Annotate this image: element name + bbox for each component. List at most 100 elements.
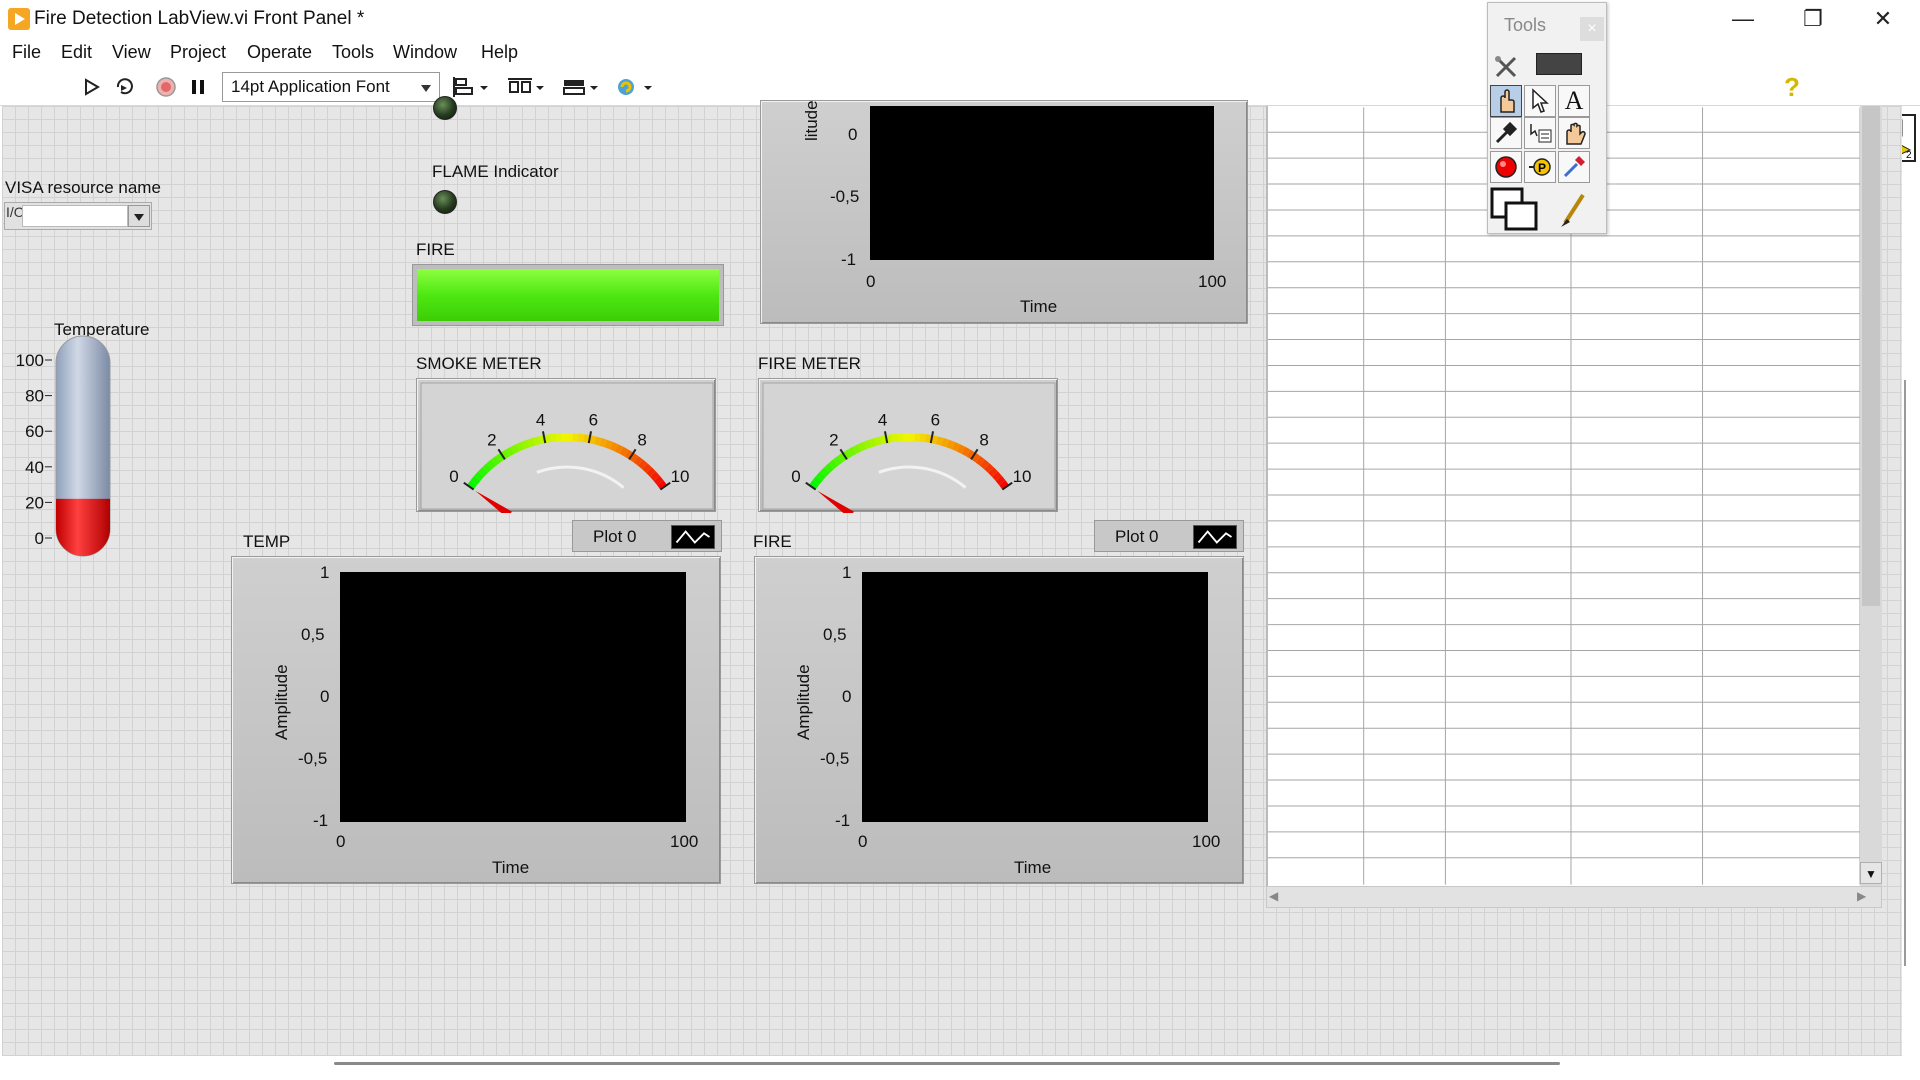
font-dropdown[interactable]: 14pt Application Font <box>222 72 440 102</box>
panel-vertical-scrollbar[interactable] <box>1904 380 1906 966</box>
run-arrow-icon[interactable] <box>80 76 106 98</box>
thermometer-tick-label: 0 <box>35 529 44 548</box>
tools-palette-close-button[interactable]: × <box>1580 17 1604 41</box>
gauge-arc-segment <box>956 444 966 454</box>
svg-text:P: P <box>1538 161 1546 175</box>
fire-chart-xlabel: Time <box>1014 858 1052 877</box>
fire-boolean-indicator[interactable] <box>412 264 724 326</box>
gauge-arc-segment <box>984 463 994 474</box>
visa-dropdown-button[interactable] <box>128 205 150 227</box>
visa-resource-input[interactable] <box>22 205 128 227</box>
gauge-arc-segment <box>812 475 823 486</box>
restore-button[interactable]: ❐ <box>1778 0 1848 38</box>
gauge-arc-segment <box>874 436 882 446</box>
get-color-icon[interactable] <box>1558 151 1590 183</box>
breakpoint-icon[interactable] <box>1490 151 1522 183</box>
gauge-arc-segment <box>816 471 826 481</box>
thermometer-tick-label: 40 <box>25 458 44 477</box>
scroll-left-arrow-icon[interactable]: ◀ <box>1269 889 1278 903</box>
smoke-meter-dial: 0 2 4 6 8 10 <box>420 382 714 519</box>
menu-file[interactable]: File <box>12 42 41 63</box>
help-icon[interactable]: ? <box>1784 72 1800 103</box>
menu-project[interactable]: Project <box>170 42 226 63</box>
thermometer-tick-label: 60 <box>25 422 44 441</box>
menu-tools[interactable]: Tools <box>332 42 374 63</box>
top-chart-plot-area[interactable] <box>870 106 1214 260</box>
gauge-arc-segment <box>482 463 492 474</box>
minimize-button[interactable]: — <box>1708 0 1778 38</box>
temp-chart-legend[interactable]: Plot 0 <box>572 520 722 552</box>
window-title: Fire Detection LabView.vi Front Panel * <box>34 8 365 29</box>
set-color-icon[interactable] <box>1490 187 1540 231</box>
menu-help[interactable]: Help <box>481 42 518 63</box>
pause-icon[interactable] <box>185 76 211 98</box>
menu-operate[interactable]: Operate <box>247 42 312 63</box>
scroll-window-icon[interactable] <box>1558 117 1590 149</box>
gauge-face <box>420 382 714 510</box>
gauge-arc-segment <box>820 467 830 477</box>
gauge-arc-segment <box>594 436 602 446</box>
connect-wire-icon[interactable] <box>1490 117 1522 149</box>
gauge-tick-label: 6 <box>589 411 598 430</box>
edit-text-icon[interactable]: A <box>1558 85 1590 117</box>
probe-icon[interactable]: P <box>1524 151 1556 183</box>
labview-app-icon <box>8 8 30 30</box>
gauge-arc-segment <box>833 455 843 466</box>
scroll-right-arrow-icon[interactable]: ▶ <box>1857 889 1866 903</box>
temp-chart-x-tick: 0 <box>336 832 346 851</box>
fire-chart-y-tick: 0 <box>842 687 852 706</box>
gauge-tick-label: 10 <box>1013 467 1032 486</box>
fire-chart-x-tick: 100 <box>1192 832 1221 851</box>
table-vertical-scroll-thumb[interactable] <box>1862 106 1880 606</box>
scroll-down-arrow-icon[interactable]: ▼ <box>1860 862 1882 884</box>
fire-chart-y-tick: 0,5 <box>823 625 847 644</box>
fire-chart-y-tick: 1 <box>842 563 852 582</box>
top-led-indicator[interactable] <box>433 96 457 120</box>
visa-label: VISA resource name <box>5 178 161 197</box>
menu-edit[interactable]: Edit <box>61 42 92 63</box>
resize-icon[interactable] <box>560 76 600 98</box>
operate-value-icon[interactable] <box>1536 53 1582 75</box>
tools-palette[interactable]: Tools × A P <box>1487 2 1607 234</box>
fire-chart-legend[interactable]: Plot 0 <box>1094 520 1244 552</box>
position-select-icon[interactable] <box>1490 85 1522 117</box>
gauge-arc-segment <box>946 439 955 450</box>
table-horizontal-scrollbar[interactable]: ◀ ▶ <box>1266 886 1882 908</box>
title-bar: Fire Detection LabView.vi Front Panel * … <box>0 0 1920 38</box>
flame-indicator-led[interactable] <box>433 190 457 214</box>
align-icon[interactable] <box>452 76 492 98</box>
distribute-icon[interactable] <box>506 76 546 98</box>
fire-chart-plot-area[interactable] <box>862 572 1208 822</box>
cursor-arrow-icon[interactable] <box>1524 85 1556 117</box>
run-continuously-icon[interactable] <box>113 76 139 98</box>
temp-chart-label: TEMP <box>243 532 291 551</box>
close-button[interactable]: ✕ <box>1848 0 1918 38</box>
fire-meter-dial: 0 2 4 6 8 10 <box>762 382 1056 519</box>
abort-icon[interactable] <box>153 76 179 98</box>
gauge-arc-segment <box>852 444 862 454</box>
reorder-icon[interactable] <box>614 76 654 98</box>
paintbrush-icon[interactable] <box>1558 187 1590 231</box>
gauge-arc-segment <box>847 446 857 457</box>
font-dropdown-value: 14pt Application Font <box>231 77 390 96</box>
object-shortcut-icon[interactable] <box>1524 117 1556 149</box>
menu-window[interactable]: Window <box>393 42 457 63</box>
menu-view[interactable]: View <box>112 42 151 63</box>
smoke-meter[interactable]: 0 2 4 6 8 10 <box>416 378 716 519</box>
plot-line-swatch-icon <box>671 525 715 549</box>
gauge-face <box>762 382 1056 510</box>
temperature-thermometer[interactable]: 100 80 60 40 20 0 <box>0 334 130 570</box>
gauge-arc-segment <box>515 441 525 452</box>
gauge-arc-segment <box>609 441 619 452</box>
top-chart-y-tick: -0,5 <box>830 187 860 206</box>
table-vertical-scrollbar[interactable]: ▼ <box>1860 106 1882 886</box>
gauge-arc-segment <box>891 433 899 443</box>
fire-meter[interactable]: 0 2 4 6 8 10 <box>758 378 1058 519</box>
temp-chart-plot-area[interactable] <box>340 572 686 822</box>
gauge-arc-segment <box>470 475 481 486</box>
chevron-down-icon <box>421 85 431 92</box>
gauge-arc-segment <box>857 441 867 452</box>
automatic-tool-icon[interactable] <box>1490 51 1522 83</box>
thermometer-tick-label: 80 <box>25 387 44 406</box>
panel-horizontal-scrollbar[interactable] <box>334 1062 1560 1065</box>
